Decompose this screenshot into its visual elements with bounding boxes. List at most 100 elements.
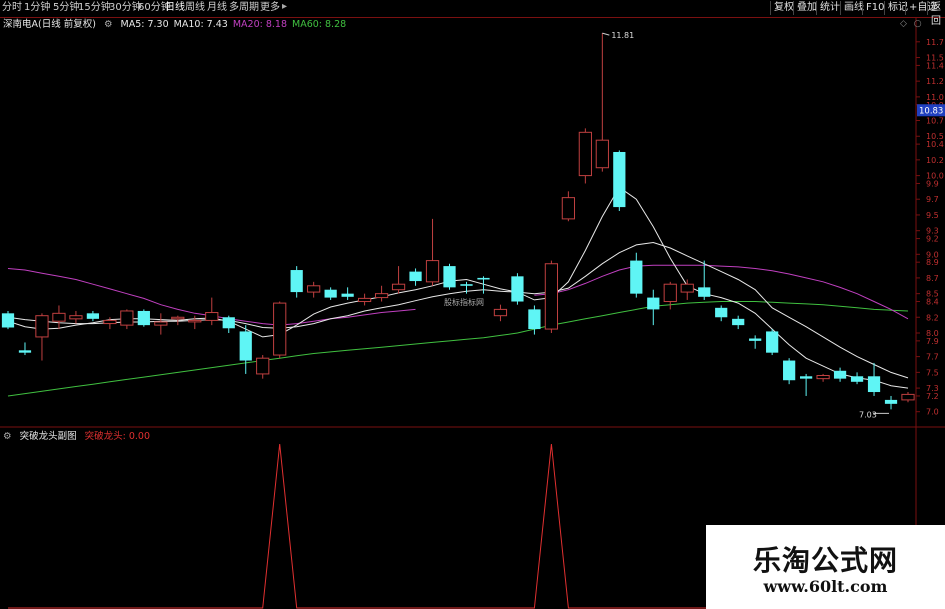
indicator-title: 突破龙头副图 [19,431,77,442]
y-tick-label: 10.2 [926,156,944,165]
candle-body [647,297,660,310]
candle-body [273,302,287,356]
candle-body [222,317,235,329]
y-tick-label: 9.5 [926,211,939,220]
candle-body [307,285,321,293]
ma-legend-item-2: MA20: 8.18 [232,19,287,30]
candle-body [680,283,694,293]
diamond-icon[interactable]: ◇ [900,19,907,29]
y-tick-label: 9.0 [926,250,939,259]
candle-body [290,270,303,293]
candle-body [460,284,473,286]
gear-icon: ⚙ [103,19,113,30]
high-label: 11.81 [611,31,634,40]
candle-body [374,293,389,299]
ma-legend: MA5: 7.30 MA10: 7.43 MA20: 8.18 MA60: 8.28 [121,19,352,30]
candle-body [613,151,626,208]
candle-body [715,307,728,318]
candle-body [511,276,524,302]
candle-body [154,321,168,326]
candle-body [732,318,745,326]
candle-body [256,357,270,375]
y-tick-label: 9.2 [926,235,939,244]
y-tick-label: 8.4 [926,298,939,307]
ma5-line [7,186,909,389]
y-tick-label: 8.7 [926,274,939,283]
y-tick-label: 8.2 [926,313,939,322]
candle-body [103,319,117,325]
high-pointer [602,32,610,36]
candle-body [477,277,490,280]
candle-body [850,376,864,382]
y-tick-label: 11.2 [926,77,944,86]
inline-watermark: 股标指标网 [444,297,484,307]
candle-body [324,289,337,298]
candle-body [528,309,541,330]
watermark-title: 乐淘公式网 [752,544,898,577]
candle-body [391,283,406,291]
candle-body [749,338,762,341]
candle-body [341,293,354,297]
y-tick-label: 7.7 [926,353,939,362]
ma-legend-item-3: MA60: 8.28 [292,19,347,30]
candle-body [783,360,796,381]
candle-body [1,313,15,328]
candle-body [800,376,813,379]
candle-body [867,376,881,393]
circle-icon[interactable]: ○ [914,19,922,29]
y-tick-label: 8.0 [926,329,939,338]
indicator-value: 突破龙头: 0.00 [84,431,150,442]
y-tick-label: 10.0 [926,172,944,181]
candle-body [493,308,508,317]
candle-body [443,266,456,288]
candle-body [35,315,49,338]
y-tick-label: 11.4 [926,61,944,70]
price-and-indicator-chart: 7.0 7.27.3 7.5 7.7 7.98.0 8.2 8.48.5 8.7 8.99.0 9… [0,18,945,609]
candle-body [86,313,100,319]
candle-body [18,350,32,353]
y-tick-label: 9.3 [926,227,939,236]
y-tick-label: 7.5 [926,368,939,377]
y-tick-label: 11.5 [926,54,944,63]
current-price-label: 10.83 [919,106,943,116]
y-tick-label: 7.3 [926,384,939,393]
candle-body [595,139,609,169]
y-tick-label: 10.4 [926,140,944,149]
y-tick-label: 9.7 [926,195,939,204]
y-tick-label: 8.9 [926,258,939,267]
candle-body [698,287,711,297]
candle-body [766,331,779,353]
ma-legend-item-0: MA5: 7.30 [120,19,169,30]
candle-body [409,271,422,282]
y-tick-label: 7.9 [926,337,939,346]
candle-body [663,283,677,303]
site-watermark: 乐淘公式网 www.60lt.com [706,525,945,609]
y-tick-label: 11.7 [926,38,944,47]
low-label: 7.03 [859,410,877,419]
y-tick-label: 7.0 [926,408,939,417]
candle-body [239,331,252,361]
candle-body [120,310,134,326]
candle-body [630,260,643,294]
candle-body [205,312,219,321]
candle-body [901,393,915,401]
y-tick-label: 9.9 [926,179,939,188]
candle-body [884,399,898,404]
candle-body [833,370,847,379]
candle-body [137,310,150,326]
candle-body [561,197,575,220]
price-legend: 深南电A(日线 前复权) ⚙ MA5: 7.30 MA10: 7.43 MA20: … [3,19,356,31]
stock-label: 深南电A(日线 前复权) [3,19,96,30]
watermark-url: www.60lt.com [763,577,888,596]
candle-body [52,312,66,322]
candle-body [171,316,185,320]
y-tick-label: 7.2 [926,392,939,401]
candle-body [578,131,592,177]
ma-legend-item-1: MA10: 7.43 [173,19,228,30]
y-tick-label: 8.5 [926,290,939,299]
panel-controls: ◇ ○ [900,19,922,29]
candle-body [816,375,830,380]
gear-icon: ⚙ [3,431,12,442]
indicator-legend: ⚙ 突破龙头副图 突破龙头: 0.00 [3,431,155,443]
candle-body [188,319,202,323]
